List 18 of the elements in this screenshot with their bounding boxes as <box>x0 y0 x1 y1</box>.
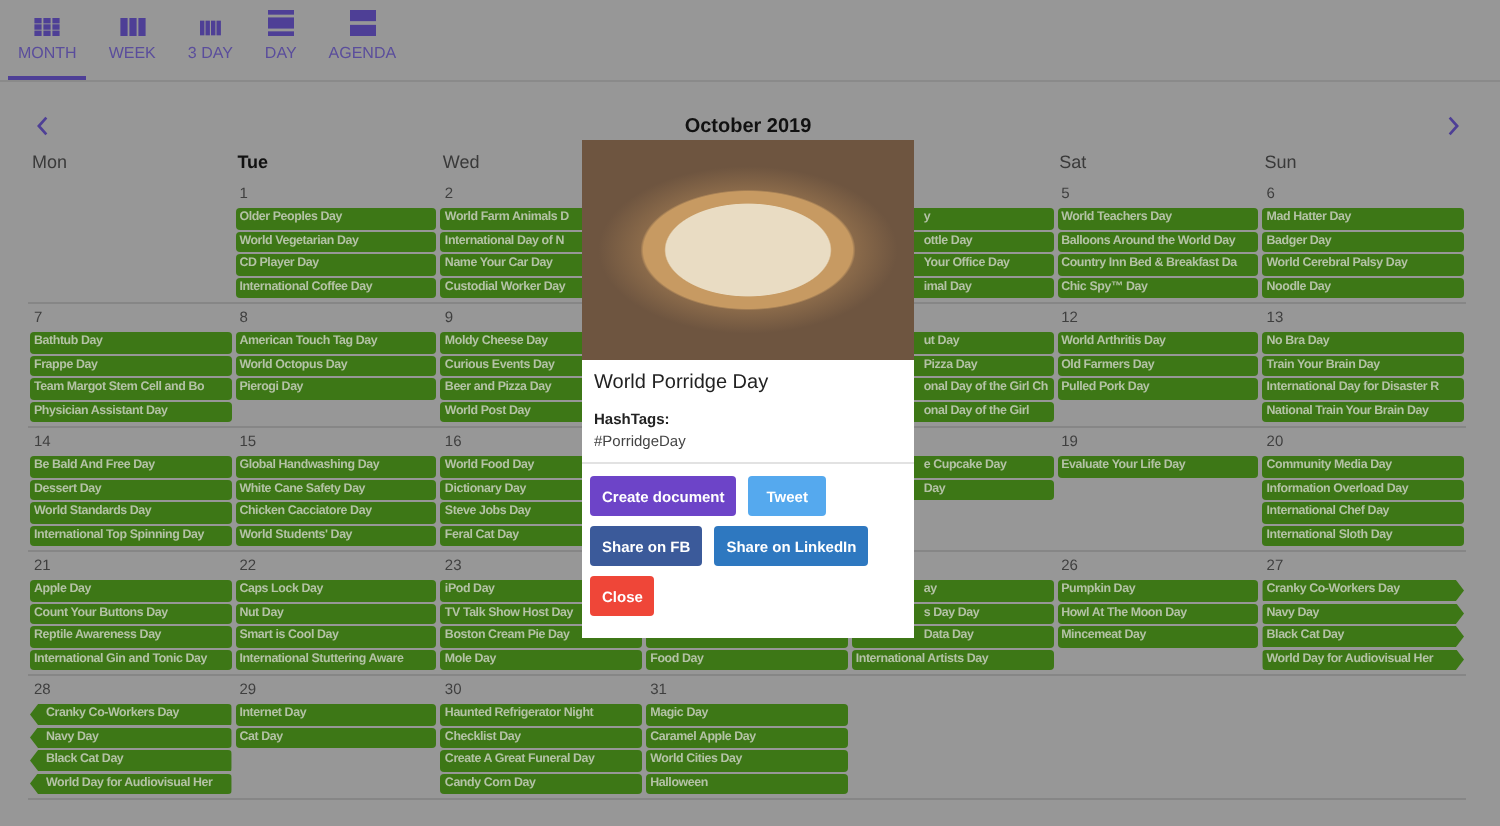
columns-icon <box>199 20 222 36</box>
chevron-right-icon[interactable] <box>1446 116 1460 136</box>
weekday-label: Sat <box>1057 152 1089 172</box>
view-tab[interactable]: AGENDA <box>318 0 407 80</box>
view-tab[interactable]: DAY <box>254 0 307 80</box>
month-title: October 2019 <box>684 115 812 137</box>
grid-icon <box>34 18 61 36</box>
view-tab[interactable]: MONTH <box>8 0 87 80</box>
weekday-label: Mon <box>30 152 70 172</box>
day-view-icon <box>267 10 294 36</box>
rows-icon <box>349 10 376 36</box>
columns-icon <box>119 18 146 36</box>
weekday-label: Wed <box>440 152 482 172</box>
view-tab[interactable]: 3 DAY <box>177 0 243 80</box>
view-tab[interactable]: WEEK <box>98 0 166 80</box>
weekday-label: Sun <box>1262 152 1299 172</box>
weekday-label: Tue <box>235 152 271 172</box>
chevron-left-icon[interactable] <box>36 116 50 136</box>
